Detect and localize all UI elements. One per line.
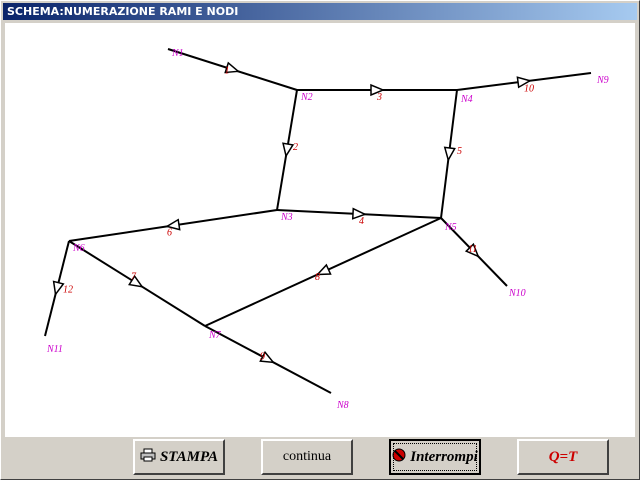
branch-label: 4 (359, 216, 364, 227)
branch-label: 2 (293, 142, 298, 153)
branch-label: 10 (524, 84, 534, 95)
network-diagram: 1234567 89101112N1N2N3N4N5N6N7N8N9N10N11 (44, 48, 609, 411)
stop-icon (392, 448, 406, 467)
branch-label: 1 (225, 66, 230, 77)
continua-button[interactable]: continua (261, 439, 353, 475)
node-label: N1 (171, 48, 184, 59)
branch-label: 5 (457, 146, 462, 157)
printer-icon (140, 448, 156, 467)
node-label: N4 (460, 94, 473, 105)
node-label: N10 (508, 288, 526, 299)
main-window: SCHEMA:NUMERAZIONE RAMI E NODI 123456789… (0, 0, 640, 480)
branch-arrow (282, 142, 295, 158)
qt-label: Q=T (548, 448, 578, 465)
branch-label: 11 (468, 244, 477, 255)
branch-label: 8 (315, 272, 320, 283)
branch-arrow (443, 146, 456, 162)
node-label: N7 (208, 330, 222, 341)
stampa-button[interactable]: STAMPA (133, 439, 225, 475)
node-label: N5 (444, 222, 457, 233)
continua-label: continua (282, 449, 332, 464)
qt-button[interactable]: Q=T (517, 439, 609, 475)
interrompi-label: Interrompi (410, 448, 478, 465)
stampa-label: STAMPA (159, 448, 219, 465)
node-label: N3 (280, 212, 293, 223)
branch-label: 3 (376, 92, 382, 103)
branch-label: 9 (260, 352, 265, 363)
interrompi-button[interactable]: Interrompi (389, 439, 481, 475)
node-label: N9 (596, 75, 609, 86)
diagram-canvas: 1 2 3 4 5 6 7 8 9 10 11 12 N1 N2 N3 N4 N5 N6 N7 N8 N9 N10 N11 (5, 23, 635, 437)
branch-label: 6 (167, 228, 172, 239)
node-label: N2 (300, 92, 313, 103)
branch-label: 12 (63, 285, 73, 296)
window-title: SCHEMA:NUMERAZIONE RAMI E NODI (3, 3, 637, 20)
node-label: N6 (72, 243, 85, 254)
node-label: N8 (336, 400, 349, 411)
branch-arrow (52, 280, 65, 297)
node-label: N11 (46, 344, 63, 355)
